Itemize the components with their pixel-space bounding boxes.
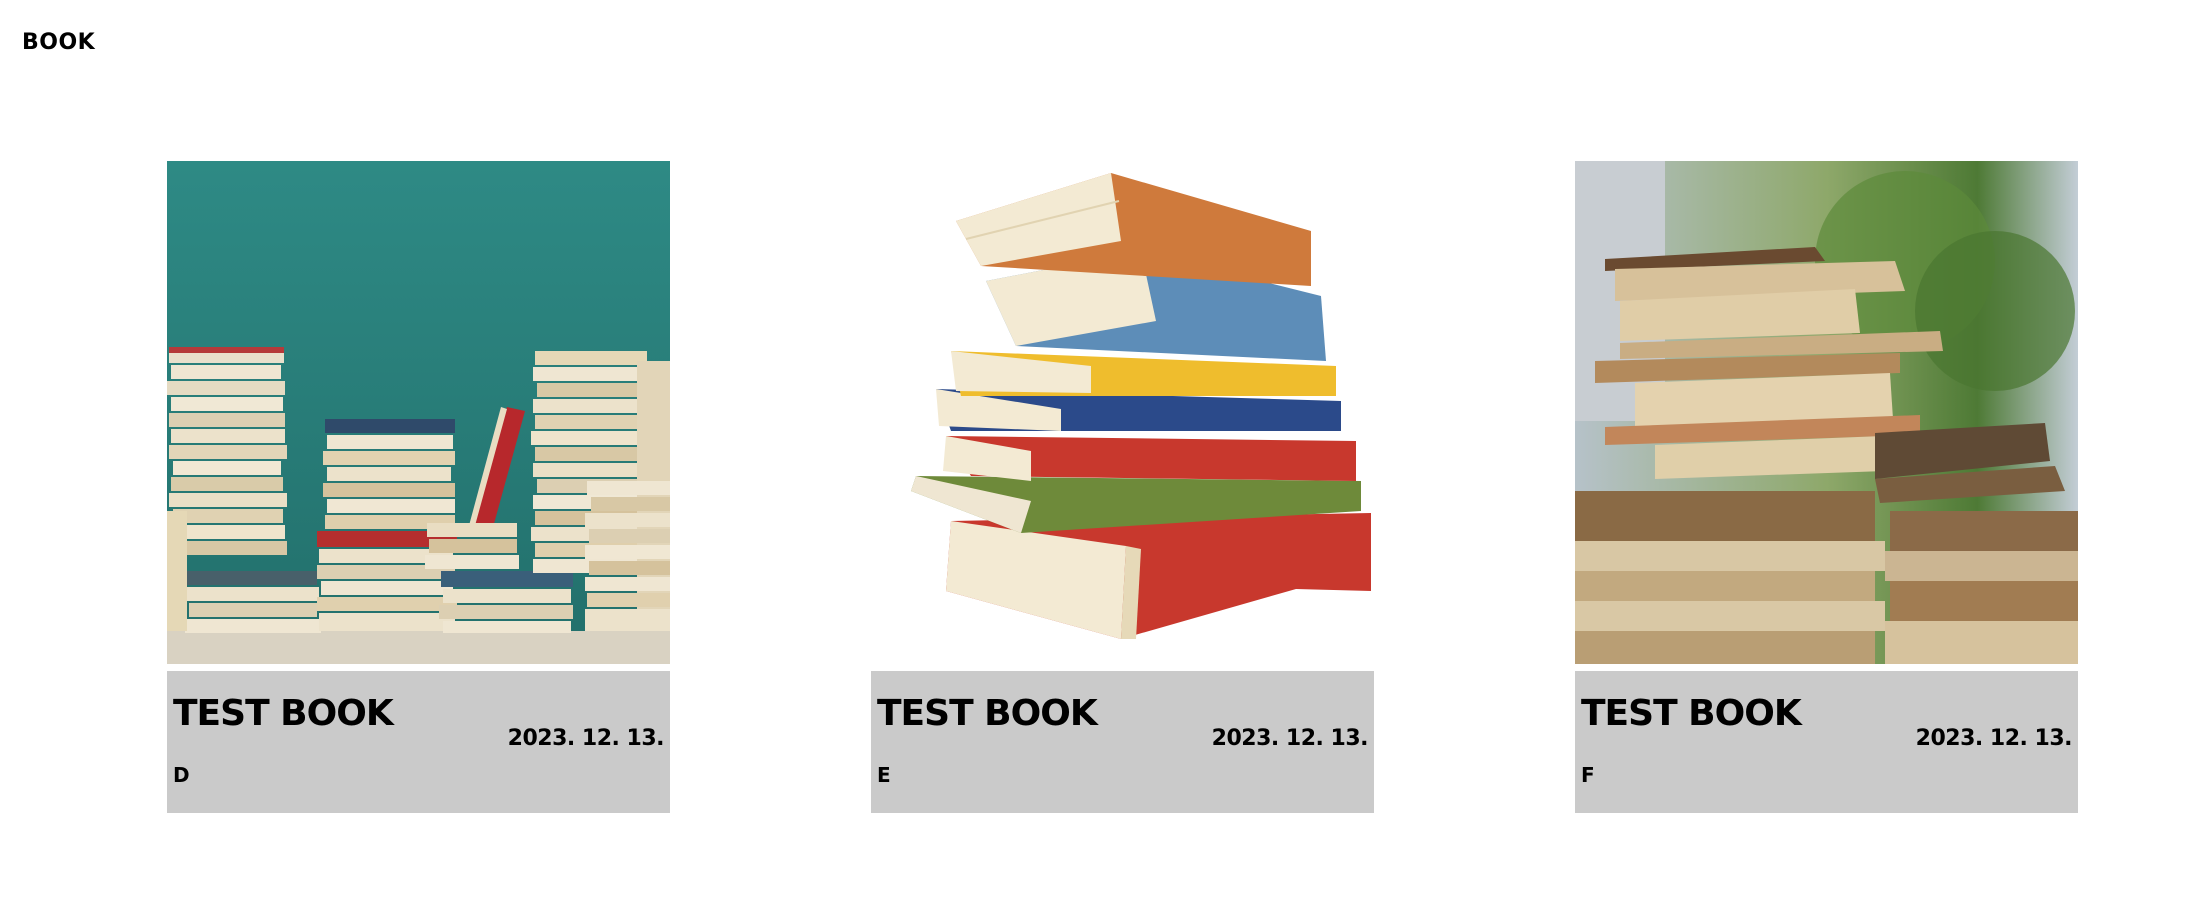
book-card[interactable]: TEST BOOK 2023. 12. 13. F xyxy=(1575,161,2078,813)
book-info-panel: TEST BOOK 2023. 12. 13. E xyxy=(871,671,1374,813)
book-title: TEST BOOK xyxy=(1581,693,1802,734)
book-cover-image[interactable] xyxy=(1575,161,2078,664)
book-card[interactable]: TEST BOOK 2023. 12. 13. E xyxy=(871,161,1374,813)
book-date: 2023. 12. 13. xyxy=(507,726,665,751)
book-card[interactable]: TEST BOOK 2023. 12. 13. D xyxy=(167,161,670,813)
book-title: TEST BOOK xyxy=(173,693,394,734)
book-info-panel: TEST BOOK 2023. 12. 13. F xyxy=(1575,671,2078,813)
book-date: 2023. 12. 13. xyxy=(1211,726,1369,751)
book-author: E xyxy=(877,763,891,787)
book-cover-image[interactable] xyxy=(871,161,1374,664)
book-cover-image[interactable] xyxy=(167,161,670,664)
page-title: BOOK xyxy=(22,30,96,55)
book-date: 2023. 12. 13. xyxy=(1915,726,2073,751)
book-author: D xyxy=(173,763,190,787)
book-author: F xyxy=(1581,763,1595,787)
book-info-panel: TEST BOOK 2023. 12. 13. D xyxy=(167,671,670,813)
book-title: TEST BOOK xyxy=(877,693,1098,734)
